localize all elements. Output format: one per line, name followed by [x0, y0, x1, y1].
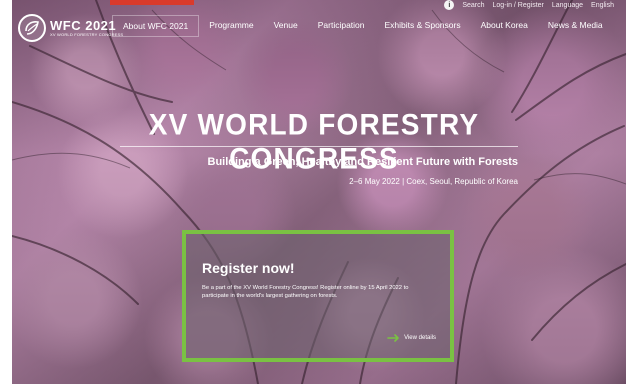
- leaf-logo-svg: [25, 21, 39, 35]
- arrow-right-icon: [387, 334, 399, 342]
- nav-news-media[interactable]: News & Media: [538, 15, 613, 37]
- wfc-leaf-logo-icon: [18, 14, 46, 42]
- utility-search[interactable]: Search: [462, 2, 484, 9]
- utility-english[interactable]: English: [591, 2, 614, 9]
- title-rule: [120, 146, 518, 147]
- nav-about-wfc[interactable]: About WFC 2021: [112, 15, 200, 37]
- view-details-link[interactable]: View details: [387, 334, 436, 342]
- site-logo[interactable]: WFC 2021 XV WORLD FORESTRY CONGRESS: [18, 14, 123, 42]
- event-date-location: 2–6 May 2022 | Coex, Seoul, Republic of …: [349, 177, 518, 186]
- register-description: Be a part of the XV World Forestry Congr…: [202, 285, 409, 299]
- hero-subtitle: Building a Green, Healthy and Resilient …: [207, 156, 519, 168]
- view-details-label[interactable]: View details: [404, 335, 436, 341]
- top-accent-strip: [110, 0, 194, 5]
- nav-programme[interactable]: Programme: [199, 15, 263, 37]
- nav-participation[interactable]: Participation: [308, 15, 375, 37]
- nav-exhibits-sponsors[interactable]: Exhibits & Sponsors: [375, 15, 471, 37]
- main-navigation: About WFC 2021 Programme Venue Participa…: [112, 15, 613, 37]
- register-title: Register now!: [202, 260, 295, 276]
- info-icon[interactable]: i: [444, 0, 455, 10]
- register-card[interactable]: Register now! Be a part of the XV World …: [182, 230, 454, 362]
- nav-venue[interactable]: Venue: [264, 15, 308, 37]
- utility-bar: i Search Log-in / Register Language Engl…: [444, 0, 614, 10]
- utility-language[interactable]: Language: [552, 2, 583, 9]
- page: i Search Log-in / Register Language Engl…: [0, 0, 626, 384]
- nav-about-korea[interactable]: About Korea: [471, 15, 538, 37]
- utility-login[interactable]: Log-in / Register: [493, 2, 544, 9]
